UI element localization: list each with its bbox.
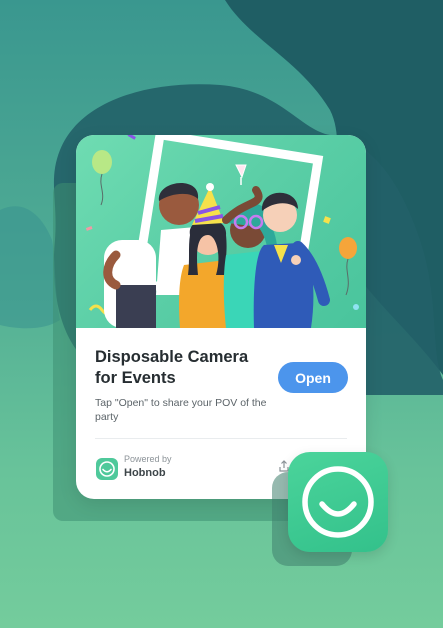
card-subtitle: Tap "Open" to share your POV of the part… bbox=[95, 397, 267, 423]
powered-by-label: Powered by bbox=[124, 454, 172, 464]
brand-name: Hobnob bbox=[124, 467, 166, 479]
hero-illustration bbox=[76, 135, 366, 328]
divider bbox=[95, 438, 347, 439]
card-title-line1: Disposable Camera bbox=[95, 348, 249, 366]
hobnob-app-icon[interactable] bbox=[288, 452, 388, 552]
event-card: Disposable Camera for Events Tap "Open" … bbox=[76, 135, 366, 499]
party-photo-illustration bbox=[85, 135, 359, 328]
hobnob-smile-icon bbox=[96, 458, 118, 480]
card-title: Disposable Camera for Events bbox=[95, 347, 265, 389]
open-button[interactable]: Open bbox=[278, 362, 348, 393]
card-title-line2: for Events bbox=[95, 369, 176, 387]
